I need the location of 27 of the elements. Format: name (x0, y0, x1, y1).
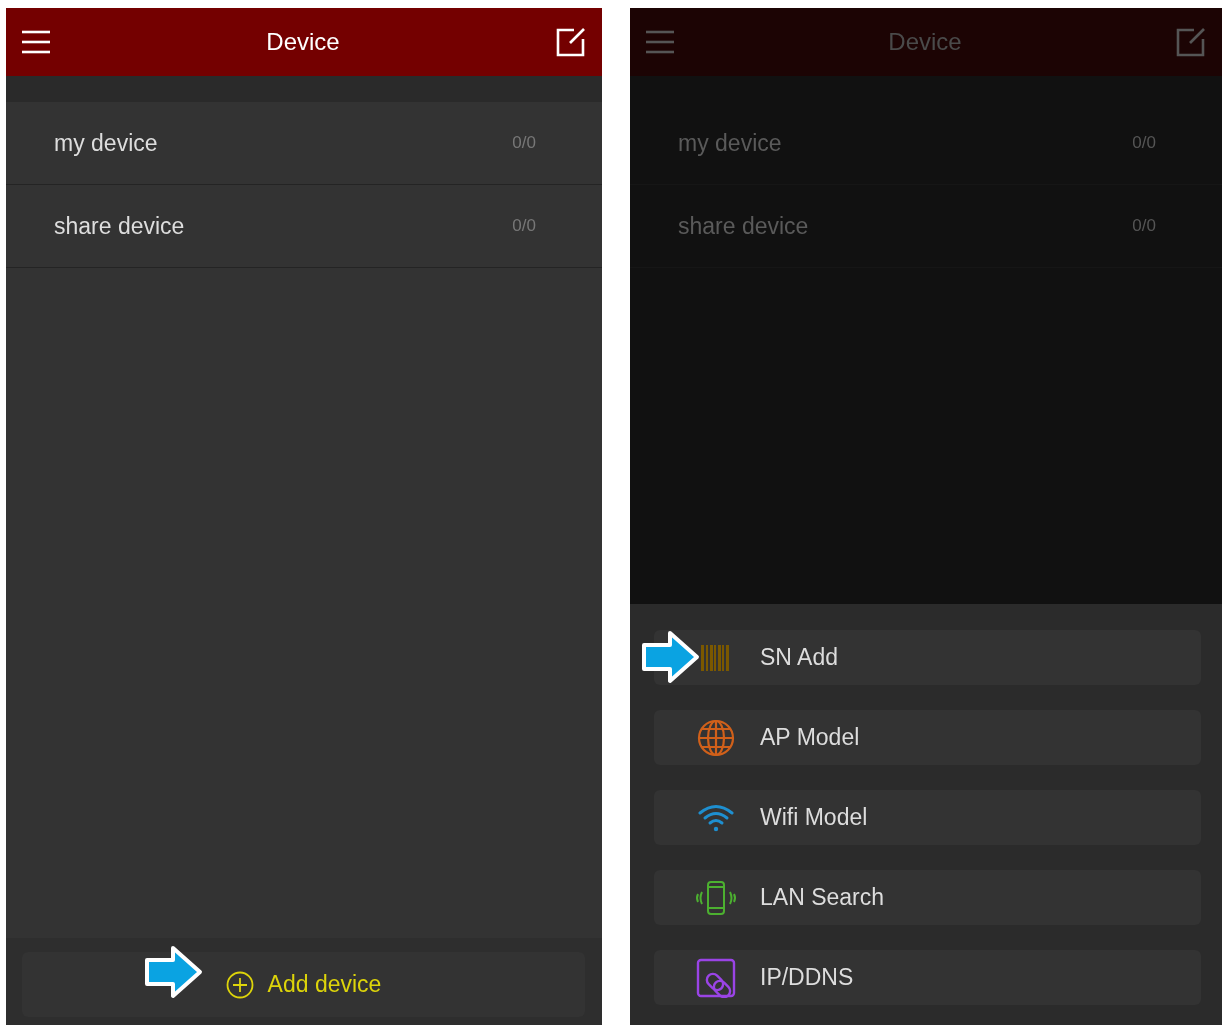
screen-title: Device (888, 28, 962, 56)
add-method-item[interactable]: LAN Search (654, 870, 1201, 925)
device-count: 0/0 (512, 133, 536, 153)
plus-circle-icon (225, 970, 254, 999)
group-name: share device (54, 212, 185, 240)
group-name: my device (54, 129, 158, 157)
group-name: my device (678, 129, 782, 157)
device-count: 0/0 (1132, 216, 1156, 236)
add-method-item[interactable]: SN Add (654, 630, 1201, 685)
add-method-item[interactable]: AP Model (654, 710, 1201, 765)
device-group-row[interactable]: share device 0/0 (6, 185, 602, 268)
add-method-item[interactable]: Wifi Model (654, 790, 1201, 845)
menu-icon[interactable] (22, 30, 50, 54)
device-count: 0/0 (1132, 133, 1156, 153)
phone-signal-icon (694, 880, 738, 915)
device-group-row[interactable]: my device 0/0 (6, 102, 602, 185)
pointer-arrow-icon (641, 629, 701, 685)
add-method-item[interactable]: IP/DDNS (654, 950, 1201, 1005)
barcode-icon (701, 644, 731, 671)
screen-title: Device (266, 28, 340, 56)
add-device-button[interactable]: Add device (22, 952, 585, 1017)
link-icon (696, 957, 736, 998)
globe-icon (697, 718, 735, 757)
pointer-arrow-icon (144, 944, 204, 1000)
group-name: share device (678, 212, 809, 240)
device-count: 0/0 (512, 216, 536, 236)
wifi-icon (698, 803, 734, 832)
